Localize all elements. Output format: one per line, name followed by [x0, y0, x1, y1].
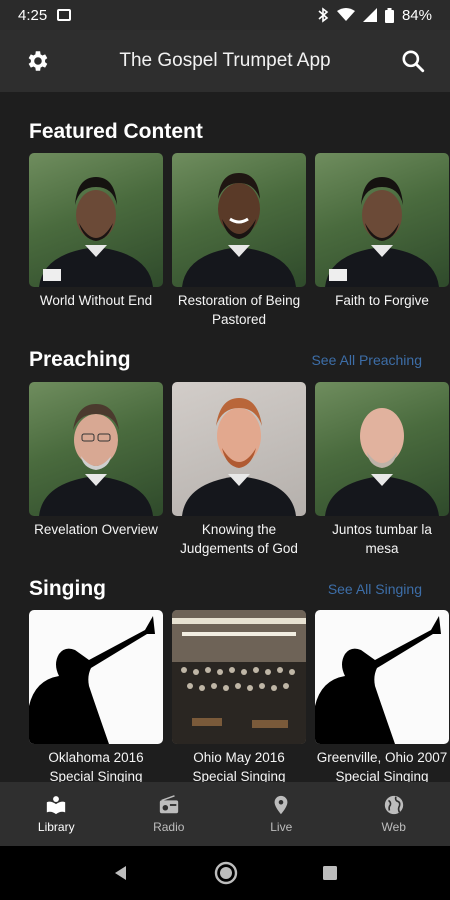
cell-signal-icon	[362, 8, 377, 22]
singing-card-1[interactable]: Oklahoma 2016 Special Singing	[29, 610, 163, 782]
preaching-card-label: Revelation Overview	[34, 522, 158, 537]
nav-live[interactable]: Live	[225, 782, 338, 846]
nav-label: Live	[270, 820, 293, 834]
speaker-portrait-icon	[182, 398, 296, 516]
preaching-card-label: Knowing the Judgements of God	[180, 522, 298, 556]
status-bar: 4:25 84%	[0, 0, 450, 30]
preaching-card-1[interactable]: Revelation Overview	[29, 382, 163, 539]
speaker-portrait-icon	[325, 177, 439, 287]
battery-percent: 84%	[401, 6, 432, 24]
see-all-singing-link[interactable]: See All Singing	[328, 581, 422, 597]
featured-card-label: Restoration of Being Pastored	[177, 293, 301, 327]
status-icons: 84%	[317, 7, 432, 24]
featured-card-label: World Without End	[39, 293, 153, 308]
radio-icon	[159, 795, 178, 814]
singing-card-2[interactable]: Ohio May 2016 Special Singing	[172, 610, 306, 782]
nav-label: Web	[381, 820, 406, 834]
search-icon[interactable]	[400, 48, 426, 74]
status-time: 4:25	[18, 6, 48, 24]
speaker-portrait-icon	[182, 173, 296, 287]
preaching-thumbnail	[172, 382, 306, 516]
preaching-title: Preaching	[29, 348, 131, 371]
app-bar: The Gospel Trumpet App	[0, 30, 450, 92]
speaker-portrait-icon	[39, 177, 153, 287]
singing-card-label: Oklahoma 2016 Special Singing	[48, 750, 144, 782]
singing-title: Singing	[29, 577, 106, 600]
location-pin-icon	[274, 795, 288, 815]
choir-photo-icon	[172, 610, 306, 744]
featured-title: Featured Content	[29, 120, 203, 143]
trumpeter-silhouette-icon	[29, 616, 155, 744]
preaching-card-2[interactable]: Knowing the Judgements of God	[172, 382, 306, 558]
home-icon[interactable]	[213, 860, 239, 886]
recents-icon[interactable]	[321, 864, 339, 882]
nav-label: Library	[37, 820, 75, 834]
singing-thumbnail	[315, 610, 449, 744]
speaker-portrait-icon	[325, 408, 439, 516]
wifi-icon	[336, 8, 355, 21]
globe-icon	[384, 795, 403, 815]
settings-gear-icon[interactable]	[24, 48, 50, 74]
singing-thumbnail	[172, 610, 306, 744]
trumpeter-silhouette-icon	[315, 616, 441, 744]
battery-icon	[384, 7, 394, 23]
system-navigation-bar	[0, 846, 450, 900]
singing-card-label: Greenville, Ohio 2007 Special Singing	[316, 750, 448, 782]
back-icon[interactable]	[111, 863, 131, 883]
featured-thumbnail	[315, 153, 449, 287]
see-all-preaching-link[interactable]: See All Preaching	[311, 352, 422, 368]
library-content[interactable]: Featured Content World Without End Resto…	[0, 92, 450, 782]
singing-thumbnail	[29, 610, 163, 744]
preaching-thumbnail	[315, 382, 449, 516]
nav-radio[interactable]: Radio	[113, 782, 226, 846]
bottom-navigation: Library Radio Live Web	[0, 782, 450, 846]
nav-library[interactable]: Library	[0, 782, 113, 846]
preaching-card-3[interactable]: Juntos tumbar la mesa	[315, 382, 449, 558]
featured-thumbnail	[29, 153, 163, 287]
preaching-thumbnail	[29, 382, 163, 516]
preaching-card-label: Juntos tumbar la mesa	[332, 522, 432, 556]
speaker-portrait-icon	[39, 404, 153, 516]
singing-card-label: Ohio May 2016 Special Singing	[192, 750, 286, 782]
app-title: The Gospel Trumpet App	[119, 50, 331, 71]
featured-card-1[interactable]: World Without End	[29, 153, 163, 310]
nav-label: Radio	[153, 820, 185, 834]
featured-card-2[interactable]: Restoration of Being Pastored	[172, 153, 306, 329]
featured-card-label: Faith to Forgive	[335, 293, 429, 308]
nav-web[interactable]: Web	[338, 782, 450, 846]
bluetooth-icon	[318, 7, 329, 23]
singing-card-3[interactable]: Greenville, Ohio 2007 Special Singing	[315, 610, 449, 782]
featured-card-3[interactable]: Faith to Forgive	[315, 153, 449, 310]
library-icon	[47, 796, 66, 815]
image-notification-icon	[57, 9, 72, 21]
featured-thumbnail	[172, 153, 306, 287]
